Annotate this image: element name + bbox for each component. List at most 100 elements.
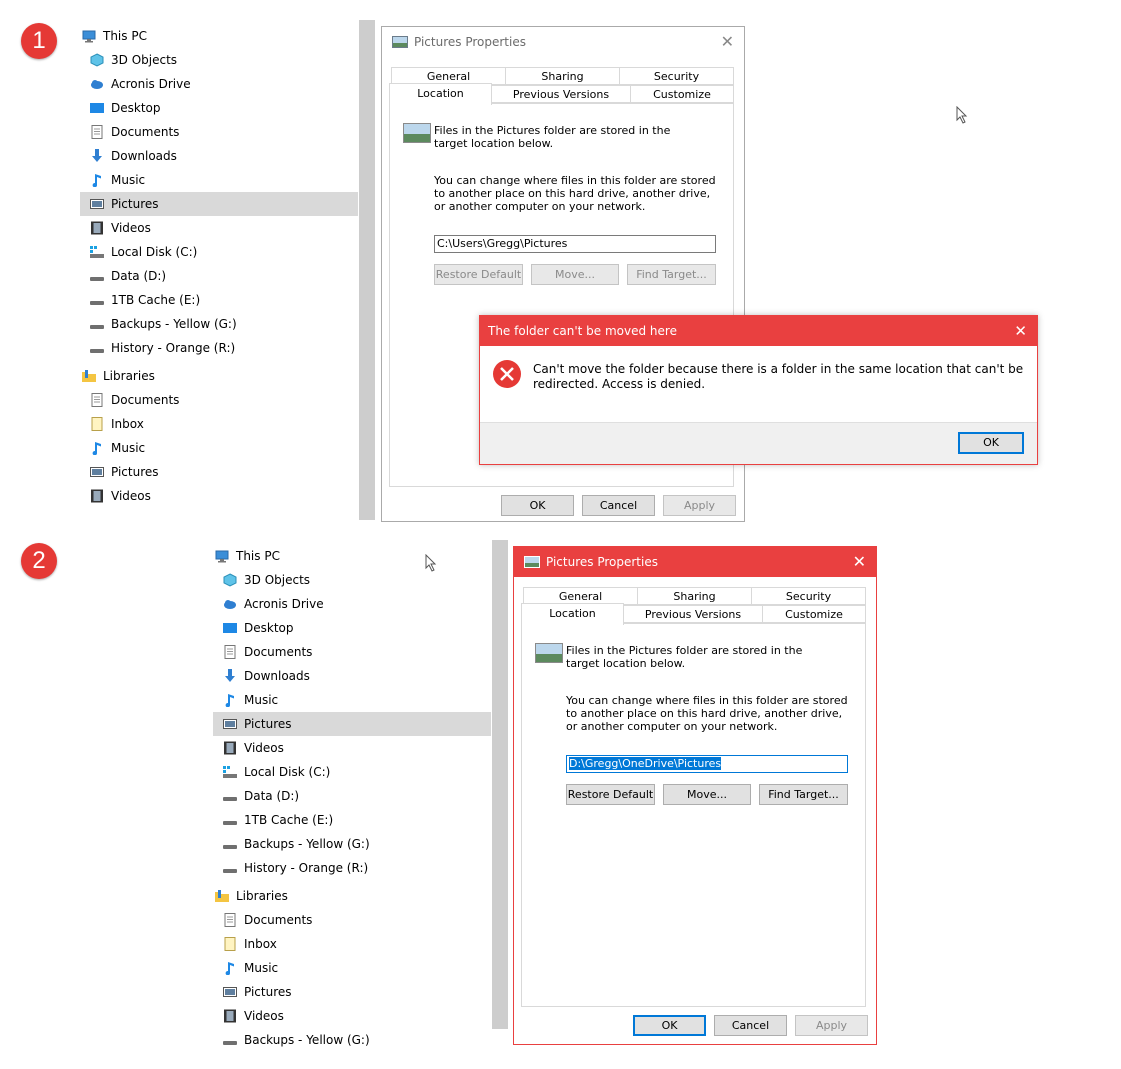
navigation-pane: This PC 3D Objects Acronis Drive Desktop Doc… <box>213 544 491 1049</box>
nav-item-videos[interactable]: Videos <box>80 216 358 240</box>
nav-item-library-inbox[interactable]: Inbox <box>80 412 358 436</box>
nav-item-local-disk-c[interactable]: Local Disk (C:) <box>213 760 491 784</box>
tab-sharing[interactable]: Sharing <box>505 67 620 85</box>
apply-button[interactable]: Apply <box>663 495 736 516</box>
nav-item-label: Music <box>111 173 146 187</box>
nav-item-label: Data (D:) <box>244 789 300 803</box>
nav-item-this-pc[interactable]: This PC <box>80 24 358 48</box>
nav-item-backups-yellow-g[interactable]: Backups - Yellow (G:) <box>80 312 358 336</box>
tab-customize[interactable]: Customize <box>762 605 866 623</box>
tab-sharing[interactable]: Sharing <box>637 587 752 605</box>
drive-icon <box>90 277 104 281</box>
ok-button[interactable]: OK <box>501 495 574 516</box>
nav-item-1tb-cache-e[interactable]: 1TB Cache (E:) <box>80 288 358 312</box>
nav-item-local-disk-c[interactable]: Local Disk (C:) <box>80 240 358 264</box>
nav-item-label: Music <box>244 693 279 707</box>
nav-item-history-orange-r[interactable]: History - Orange (R:) <box>80 336 358 360</box>
drive-icon <box>223 1041 237 1045</box>
nav-scrollbar[interactable] <box>492 540 508 1029</box>
find-target-button[interactable]: Find Target... <box>627 264 716 285</box>
nav-item-downloads[interactable]: Downloads <box>213 664 491 688</box>
pictures-icon <box>90 467 104 477</box>
desktop-icon <box>90 103 104 113</box>
nav-item-desktop[interactable]: Desktop <box>213 616 491 640</box>
tab-previous-versions[interactable]: Previous Versions <box>491 85 631 103</box>
nav-scrollbar[interactable] <box>359 20 375 520</box>
nav-item-library-pictures[interactable]: Pictures <box>213 980 491 1004</box>
nav-item-data-d[interactable]: Data (D:) <box>80 264 358 288</box>
videos-icon <box>91 221 103 235</box>
nav-item-1tb-cache-e[interactable]: 1TB Cache (E:) <box>213 808 491 832</box>
nav-item-library-documents[interactable]: Documents <box>80 388 358 412</box>
cancel-button[interactable]: Cancel <box>582 495 655 516</box>
documents-icon <box>224 913 236 927</box>
nav-item-data-d[interactable]: Data (D:) <box>213 784 491 808</box>
dialog-title: Pictures Properties <box>414 35 526 49</box>
nav-item-library-music[interactable]: Music <box>80 436 358 460</box>
nav-item-documents[interactable]: Documents <box>213 640 491 664</box>
nav-item-backups-yellow-g[interactable]: Backups - Yellow (G:) <box>213 832 491 856</box>
nav-item-partial[interactable]: Backups - Yellow (G:) <box>213 1028 491 1049</box>
nav-item-label: Inbox <box>111 417 144 431</box>
nav-item-music[interactable]: Music <box>213 688 491 712</box>
error-message: Can't move the folder because there is a… <box>533 362 1024 391</box>
apply-button[interactable]: Apply <box>795 1015 868 1036</box>
location-path-input[interactable]: D:\Gregg\OneDrive\Pictures <box>566 755 848 773</box>
nav-item-music[interactable]: Music <box>80 168 358 192</box>
move-button[interactable]: Move... <box>663 784 751 805</box>
nav-item-label: This PC <box>103 29 147 43</box>
nav-item-history-orange-r[interactable]: History - Orange (R:) <box>213 856 491 880</box>
nav-item-label: Inbox <box>244 937 277 951</box>
nav-item-label: 3D Objects <box>111 53 178 67</box>
tab-security[interactable]: Security <box>619 67 734 85</box>
libraries-icon <box>215 890 229 902</box>
drive-icon <box>90 349 104 353</box>
tab-location[interactable]: Location <box>389 83 492 105</box>
ok-button[interactable]: OK <box>633 1015 706 1036</box>
close-icon[interactable]: ✕ <box>853 547 866 577</box>
nav-item-library-music[interactable]: Music <box>213 956 491 980</box>
music-icon <box>225 694 234 707</box>
nav-item-libraries[interactable]: Libraries <box>80 364 358 388</box>
acronis-drive-icon <box>91 80 103 89</box>
move-button[interactable]: Move... <box>531 264 619 285</box>
properties-dialog: Pictures Properties ✕ General Sharing Se… <box>513 546 877 1045</box>
tab-location[interactable]: Location <box>521 603 624 625</box>
tab-customize[interactable]: Customize <box>630 85 734 103</box>
nav-item-videos[interactable]: Videos <box>213 736 491 760</box>
documents-icon <box>91 125 103 139</box>
tab-security[interactable]: Security <box>751 587 866 605</box>
close-icon[interactable]: ✕ <box>1014 316 1027 346</box>
downloads-icon <box>92 149 102 162</box>
nav-item-libraries[interactable]: Libraries <box>213 884 491 908</box>
nav-item-library-inbox[interactable]: Inbox <box>213 932 491 956</box>
pictures-image-icon <box>403 123 431 143</box>
nav-item-documents[interactable]: Documents <box>80 120 358 144</box>
cancel-button[interactable]: Cancel <box>714 1015 787 1036</box>
nav-item-this-pc[interactable]: This PC <box>213 544 491 568</box>
nav-item-3d-objects[interactable]: 3D Objects <box>80 48 358 72</box>
nav-item-library-pictures[interactable]: Pictures <box>80 460 358 484</box>
restore-default-button[interactable]: Restore Default <box>434 264 523 285</box>
nav-item-library-videos[interactable]: Videos <box>80 484 358 508</box>
error-ok-button[interactable]: OK <box>958 432 1024 454</box>
nav-item-acronis-drive[interactable]: Acronis Drive <box>213 592 491 616</box>
restore-default-button[interactable]: Restore Default <box>566 784 655 805</box>
nav-item-library-videos[interactable]: Videos <box>213 1004 491 1028</box>
info-text: You can change where files in this folde… <box>566 694 848 733</box>
nav-item-pictures[interactable]: Pictures <box>213 712 491 736</box>
tab-previous-versions[interactable]: Previous Versions <box>623 605 763 623</box>
dialog-titlebar: Pictures Properties ✕ <box>382 27 744 57</box>
location-path-input[interactable]: C:\Users\Gregg\Pictures <box>434 235 716 253</box>
close-icon[interactable]: ✕ <box>721 27 734 57</box>
find-target-button[interactable]: Find Target... <box>759 784 848 805</box>
nav-item-desktop[interactable]: Desktop <box>80 96 358 120</box>
nav-item-label: Desktop <box>111 101 161 115</box>
nav-item-3d-objects[interactable]: 3D Objects <box>213 568 491 592</box>
nav-item-label: Documents <box>244 645 313 659</box>
nav-item-library-documents[interactable]: Documents <box>213 908 491 932</box>
nav-item-acronis-drive[interactable]: Acronis Drive <box>80 72 358 96</box>
nav-item-label: Pictures <box>244 717 292 731</box>
nav-item-pictures[interactable]: Pictures <box>80 192 358 216</box>
nav-item-downloads[interactable]: Downloads <box>80 144 358 168</box>
